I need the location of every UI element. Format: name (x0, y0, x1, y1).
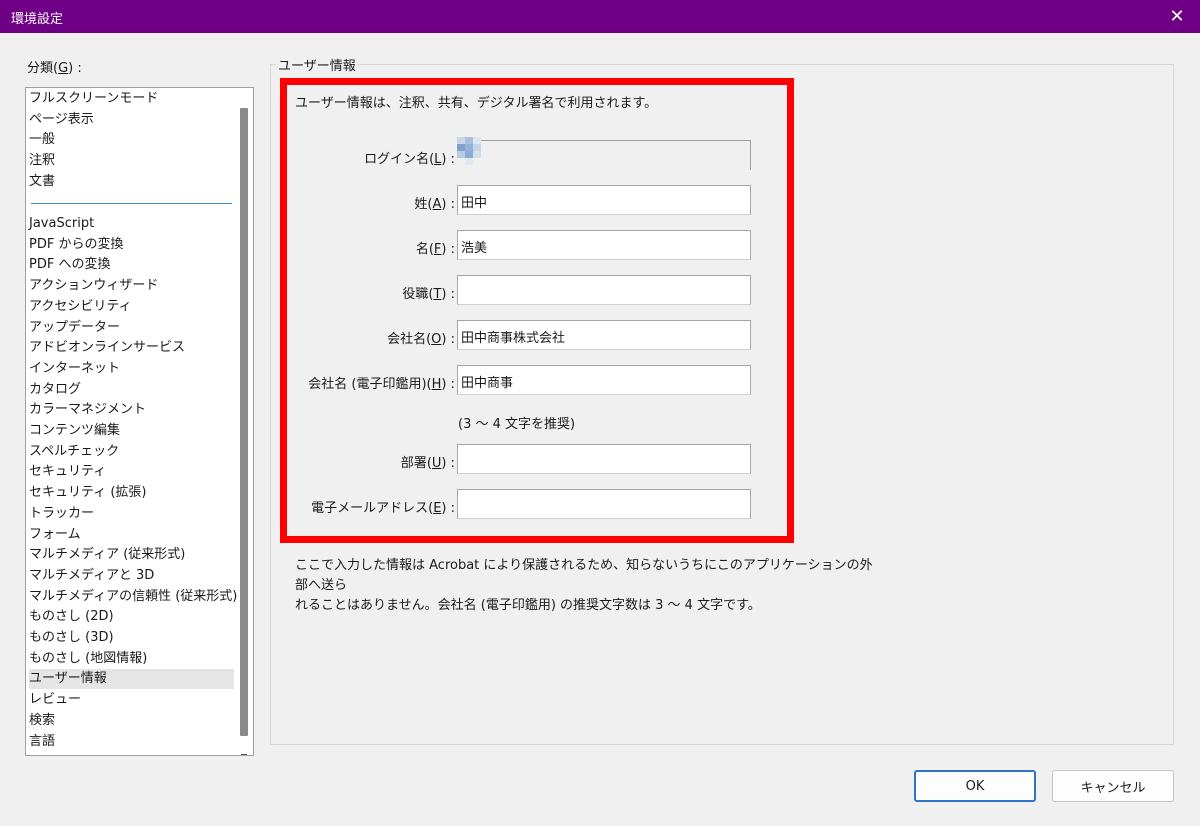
category-item[interactable]: 文書 (29, 172, 55, 192)
category-item[interactable]: コンテンツ編集 (29, 421, 120, 441)
scrollbar-down-arrow[interactable] (241, 754, 247, 755)
category-item[interactable]: ものさし (地図情報) (29, 649, 147, 669)
category-item[interactable]: 言語 (29, 732, 55, 752)
category-item[interactable]: マルチメディアと 3D (29, 566, 154, 586)
category-item[interactable]: カタログ (29, 380, 81, 400)
category-item[interactable]: セキュリティ (拡張) (29, 483, 147, 503)
category-separator (31, 203, 232, 204)
category-label: 分類(G) : (27, 61, 82, 76)
category-item[interactable]: ページ表示 (29, 110, 94, 130)
category-item[interactable]: ユーザー情報 (29, 669, 234, 690)
category-item[interactable]: フォーム (29, 525, 81, 545)
scrollbar-thumb[interactable] (240, 108, 248, 736)
category-item[interactable]: 注釈 (29, 151, 55, 171)
ok-button[interactable]: OK (914, 770, 1036, 802)
category-item[interactable]: インターネット (29, 359, 120, 379)
category-item[interactable]: 検索 (29, 711, 55, 731)
cancel-button[interactable]: キャンセル (1052, 770, 1174, 802)
category-list[interactable]: フルスクリーンモード ページ表示 一般 注釈 文書 JavaScript PDF からの変換… (25, 87, 254, 756)
window-title: 環境設定 (11, 12, 64, 27)
category-item[interactable]: マルチメディアの信頼性 (従来形式) (29, 587, 237, 607)
category-item[interactable]: 一般 (29, 130, 55, 150)
category-item[interactable]: PDF からの変換 (29, 235, 123, 255)
category-item[interactable]: スペルチェック (29, 442, 119, 462)
category-scrollbar[interactable] (238, 88, 250, 755)
group-title: ユーザー情報 (276, 55, 358, 74)
category-item[interactable]: アップデーター (29, 318, 120, 338)
category-item[interactable]: アドビオンラインサービス (29, 338, 185, 358)
category-item[interactable]: トラッカー (29, 504, 94, 524)
category-item[interactable]: ものさし (3D) (29, 628, 114, 648)
highlight-box (280, 78, 794, 543)
category-item[interactable]: JavaScript (29, 214, 94, 234)
category-item[interactable]: レビュー (29, 690, 81, 710)
category-item[interactable]: マルチメディア (従来形式) (29, 545, 185, 565)
close-icon[interactable]: ✕ (1154, 0, 1200, 33)
category-item[interactable]: アクセシビリティ (29, 297, 132, 317)
category-item[interactable]: フルスクリーンモード (29, 89, 158, 109)
category-item[interactable]: カラーマネジメント (29, 400, 146, 420)
category-item[interactable]: ものさし (2D) (29, 607, 114, 627)
category-item[interactable]: セキュリティ (29, 462, 106, 482)
privacy-note: ここで入力した情報は Acrobat により保護されるため、知らないうちにこのア… (295, 558, 873, 613)
title-bar: 環境設定 ✕ (0, 0, 1200, 33)
category-item[interactable]: PDF への変換 (29, 255, 110, 275)
category-item[interactable]: アクションウィザード (29, 276, 158, 296)
